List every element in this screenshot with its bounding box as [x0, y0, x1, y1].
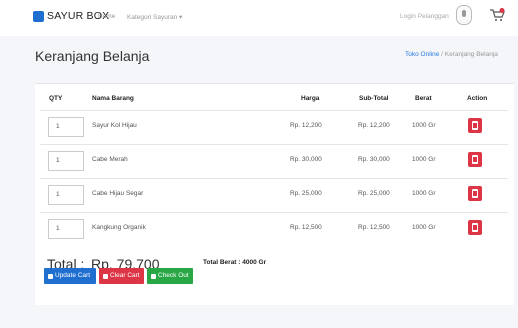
- qty-input[interactable]: 1: [48, 219, 84, 239]
- breadcrumb: Toko Online / Keranjang Belanja: [405, 51, 498, 58]
- item-name: Cabe Hijau Segar: [92, 190, 144, 197]
- user-avatar-icon[interactable]: [456, 5, 472, 25]
- item-weight: 1000 Gr: [412, 224, 436, 231]
- qty-input[interactable]: 1: [48, 185, 84, 205]
- check-icon: [151, 273, 156, 279]
- row-divider: [40, 144, 508, 145]
- header-qty: QTY: [49, 95, 63, 102]
- checkout-label: Check Out: [158, 272, 189, 279]
- header-harga: Harga: [301, 95, 320, 102]
- item-price: Rp. 25,000: [290, 190, 322, 197]
- item-subtotal: Rp. 12,200: [358, 122, 390, 129]
- login-link[interactable]: Login Pelanggan: [400, 13, 449, 20]
- item-subtotal: Rp. 12,500: [358, 224, 390, 231]
- header-divider: [40, 110, 508, 111]
- item-weight: 1000 Gr: [412, 156, 436, 163]
- checkout-button[interactable]: Check Out: [147, 268, 193, 284]
- item-price: Rp. 30,000: [290, 156, 322, 163]
- qty-input[interactable]: 1: [48, 151, 84, 171]
- item-name: Kangkung Organik: [92, 224, 146, 231]
- qty-input[interactable]: 1: [48, 117, 84, 137]
- item-price: Rp. 12,500: [290, 224, 322, 231]
- item-name: Cabe Merah: [92, 156, 128, 163]
- save-icon: [48, 273, 53, 279]
- update-cart-button[interactable]: Update Cart: [44, 268, 96, 284]
- item-price: Rp. 12,200: [290, 122, 322, 129]
- item-subtotal: Rp. 25,000: [358, 190, 390, 197]
- item-name: Sayur Kol Hijau: [92, 122, 137, 129]
- breadcrumb-current: Keranjang Belanja: [444, 51, 498, 58]
- row-divider: [40, 212, 508, 213]
- header-action: Action: [467, 95, 488, 102]
- header-berat: Berat: [415, 95, 432, 102]
- delete-item-button[interactable]: [468, 186, 482, 201]
- item-weight: 1000 Gr: [412, 122, 436, 129]
- total-weight: Total Berat : 4000 Gr: [203, 259, 267, 266]
- delete-item-button[interactable]: [468, 152, 482, 167]
- clear-cart-button[interactable]: Clear Cart: [99, 268, 144, 284]
- recycle-icon: [103, 273, 108, 279]
- navbar: SAYUR BOX Home Kategori Sayuran ▾ Login …: [0, 0, 518, 36]
- nav-home-link[interactable]: Home: [98, 13, 115, 20]
- page-title: Keranjang Belanja: [35, 48, 150, 64]
- header-nama-barang: Nama Barang: [92, 95, 134, 102]
- header-sub-total: Sub-Total: [359, 95, 389, 102]
- item-subtotal: Rp. 30,000: [358, 156, 390, 163]
- delete-item-button[interactable]: [468, 118, 482, 133]
- brand-logo-icon: [33, 10, 44, 22]
- clear-cart-label: Clear Cart: [110, 272, 140, 279]
- cart-icon[interactable]: [489, 8, 505, 22]
- breadcrumb-separator: /: [441, 51, 443, 58]
- nav-kategori-dropdown[interactable]: Kategori Sayuran ▾: [127, 13, 182, 21]
- item-weight: 1000 Gr: [412, 190, 436, 197]
- breadcrumb-home-link[interactable]: Toko Online: [405, 51, 439, 58]
- row-divider: [40, 178, 508, 179]
- delete-item-button[interactable]: [468, 220, 482, 235]
- update-cart-label: Update Cart: [55, 272, 91, 279]
